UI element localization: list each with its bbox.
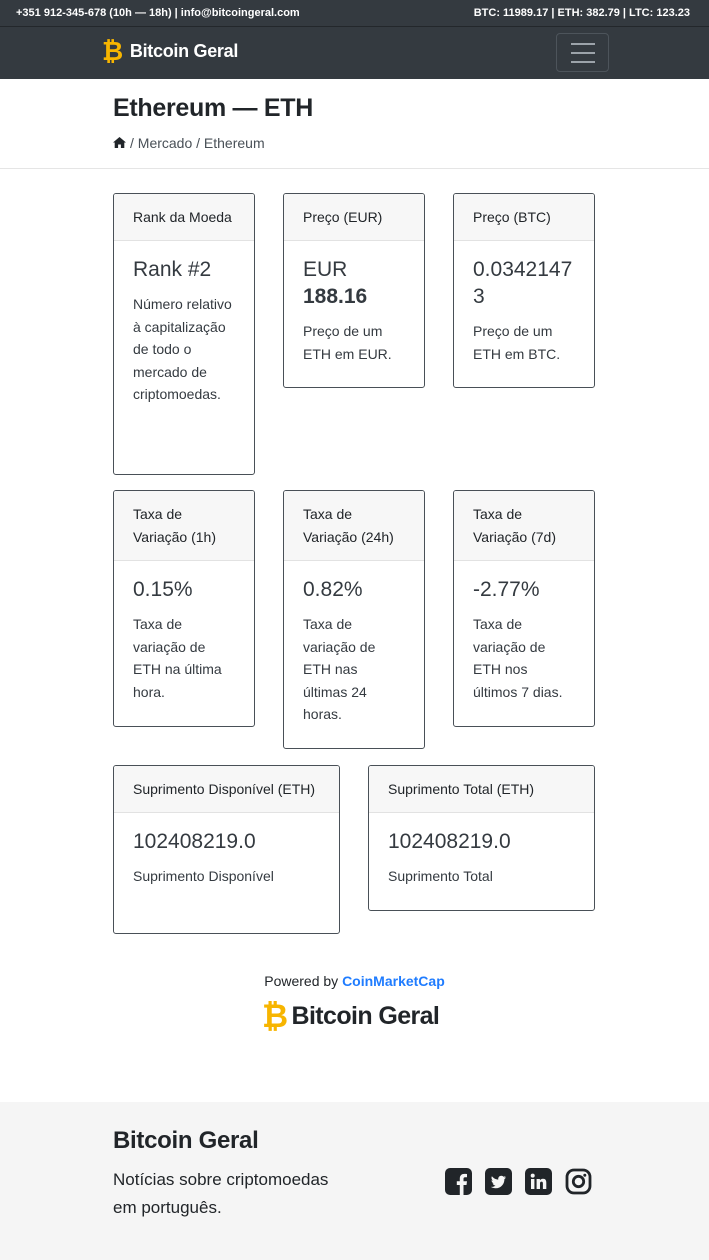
change-24h-value: 0.82% — [303, 578, 363, 601]
facebook-icon[interactable] — [445, 1168, 472, 1195]
brand-name: Bitcoin Geral — [129, 40, 239, 61]
card-header: Taxa de Variação (1h) — [114, 491, 254, 561]
navbar: ₿ Bitcoin Geral — [0, 27, 709, 79]
contact-info[interactable]: +351 912-345-678 (10h — 18h) | info@bitc… — [16, 7, 300, 19]
supply-available-card: Suprimento Disponível (ETH) 102408219.0 … — [113, 765, 340, 934]
change-1h-card: Taxa de Variação (1h) 0.15% Taxa de vari… — [113, 490, 255, 727]
price-ticker: BTC: 11989.17 | ETH: 382.79 | LTC: 123.2… — [473, 7, 690, 19]
footer-description: Notícias sobre criptomoedas em português… — [113, 1170, 329, 1217]
hamburger-icon — [570, 42, 595, 45]
coinmarketcap-link[interactable]: CoinMarketCap — [342, 973, 445, 989]
card-header: Suprimento Disponível (ETH) — [114, 766, 339, 813]
price-eur-value: EUR 188.16 — [303, 258, 368, 308]
top-info-bar: +351 912-345-678 (10h — 18h) | info@bitc… — [0, 0, 709, 27]
card-header: Preço (EUR) — [284, 194, 424, 241]
card-header: Taxa de Variação (7d) — [454, 491, 594, 561]
footer: Bitcoin Geral Notícias sobre criptomoeda… — [0, 1102, 709, 1260]
linkedin-icon[interactable] — [525, 1168, 552, 1195]
card-header: Rank da Moeda — [114, 194, 254, 241]
supply-total-description: Suprimento Total — [388, 868, 493, 884]
supply-total-value: 102408219.0 — [388, 830, 511, 853]
price-btc-value: 0.03421473 — [473, 258, 573, 308]
change-7d-value: -2.77% — [473, 578, 540, 601]
price-btc-card: Preço (BTC) 0.03421473 Preço de um ETH e… — [453, 193, 595, 388]
change-1h-value: 0.15% — [133, 578, 193, 601]
card-header: Suprimento Total (ETH) — [369, 766, 594, 813]
menu-toggle-button[interactable] — [556, 33, 609, 72]
rank-description: Número relativo à capitalização de todo … — [133, 296, 232, 402]
bitcoin-logo-icon: ₿ — [102, 36, 123, 66]
brand-logo[interactable]: ₿ Bitcoin Geral — [102, 38, 238, 64]
change-24h-description: Taxa de variação de ETH nas últimas 24 h… — [303, 616, 376, 722]
change-7d-card: Taxa de Variação (7d) -2.77% Taxa de var… — [453, 490, 595, 727]
home-icon[interactable] — [113, 135, 126, 151]
price-btc-description: Preço de um ETH em BTC. — [473, 323, 561, 362]
card-header: Preço (BTC) — [454, 194, 594, 241]
logo-text: Bitcoin Geral — [291, 1001, 440, 1030]
card-header: Taxa de Variação (24h) — [284, 491, 424, 561]
price-eur-card: Preço (EUR) EUR 188.16 Preço de um ETH e… — [283, 193, 425, 388]
page-title: Ethereum — ETH — [113, 94, 313, 122]
powered-by: Powered by CoinMarketCap — [0, 973, 709, 989]
change-7d-description: Taxa de variação de ETH nos últimos 7 di… — [473, 616, 563, 700]
price-eur-description: Preço de um ETH em EUR. — [303, 323, 392, 362]
change-24h-card: Taxa de Variação (24h) 0.82% Taxa de var… — [283, 490, 425, 749]
page-header: Ethereum — ETH / Mercado / Ethereum — [0, 79, 709, 169]
instagram-icon[interactable] — [565, 1168, 592, 1195]
breadcrumb: / Mercado / Ethereum — [113, 135, 265, 151]
supply-available-value: 102408219.0 — [133, 830, 256, 853]
breadcrumb-path: / Mercado / Ethereum — [130, 135, 265, 151]
supply-available-description: Suprimento Disponível — [133, 868, 274, 884]
rank-card: Rank da Moeda Rank #2 Número relativo à … — [113, 193, 255, 475]
social-links — [445, 1168, 592, 1195]
powered-by-label: Powered by — [264, 973, 343, 989]
bitcoin-logo-icon: ₿ — [262, 998, 288, 1034]
twitter-icon[interactable] — [485, 1168, 512, 1195]
bitcoin-geral-logo[interactable]: ₿ Bitcoin Geral — [262, 998, 440, 1034]
change-1h-description: Taxa de variação de ETH na última hora. — [133, 616, 222, 700]
supply-total-card: Suprimento Total (ETH) 102408219.0 Supri… — [368, 765, 595, 911]
rank-value: Rank #2 — [133, 258, 212, 281]
footer-title: Bitcoin Geral — [113, 1127, 259, 1154]
